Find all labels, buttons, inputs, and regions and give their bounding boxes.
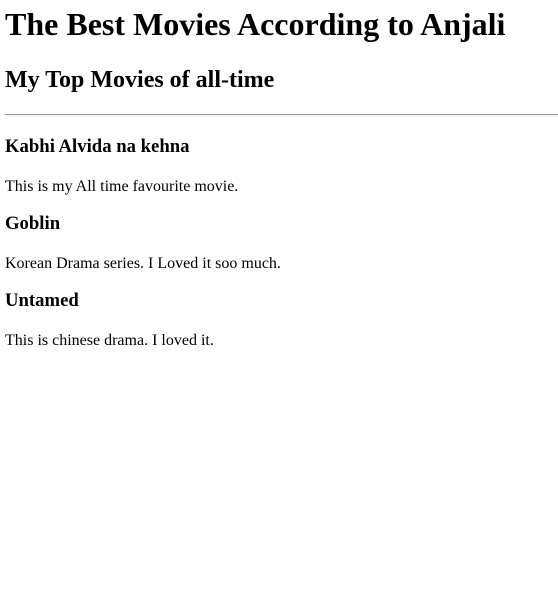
movie-item: Kabhi Alvida na kehna This is my All tim…	[5, 137, 558, 196]
divider	[5, 114, 558, 116]
movie-title: Goblin	[5, 213, 61, 234]
movie-title: Kabhi Alvida na kehna	[5, 136, 190, 157]
movie-item: Untamed This is chinese drama. I loved i…	[5, 291, 558, 350]
page-subtitle: My Top Movies of all-time	[5, 67, 275, 93]
movie-item: Goblin Korean Drama series. I Loved it s…	[5, 214, 558, 273]
movie-description: This is my All time favourite movie.	[5, 178, 239, 195]
movie-title: Untamed	[5, 290, 79, 311]
page-content: The Best Movies According to Anjali My T…	[0, 0, 558, 350]
movie-description: Korean Drama series. I Loved it soo much…	[5, 255, 281, 272]
movie-description: This is chinese drama. I loved it.	[5, 332, 214, 349]
movie-list: Kabhi Alvida na kehna This is my All tim…	[5, 137, 558, 350]
page-title: The Best Movies According to Anjali	[5, 6, 506, 42]
